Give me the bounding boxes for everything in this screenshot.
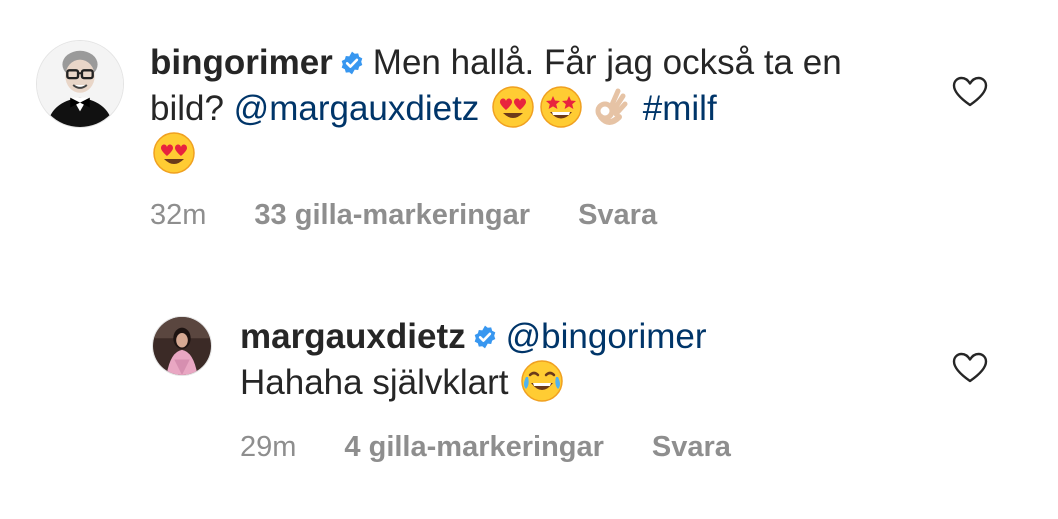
avatar[interactable] xyxy=(36,40,124,128)
mention-link[interactable]: @margauxdietz xyxy=(234,89,480,128)
heart-eyes-emoji xyxy=(152,131,196,175)
hashtag-link[interactable]: #milf xyxy=(643,89,717,128)
timestamp[interactable]: 29m xyxy=(240,430,296,464)
like-heart-icon[interactable] xyxy=(952,352,988,384)
star-struck-emoji xyxy=(539,85,583,129)
username[interactable]: margauxdietz xyxy=(240,317,466,356)
comment-text: margauxdietz @bingorimer Hahaha självkla… xyxy=(240,314,920,405)
reply-button[interactable]: Svara xyxy=(578,198,657,232)
mention-link[interactable]: @bingorimer xyxy=(506,317,707,356)
comment-meta: 32m 33 gilla-markeringar Svara xyxy=(150,198,657,232)
likes-count[interactable]: 4 gilla-markeringar xyxy=(344,430,604,464)
comment-text: bingorimer Men hallå. Får jag också ta e… xyxy=(150,40,920,177)
verified-badge-icon xyxy=(339,50,365,76)
tears-of-joy-emoji xyxy=(520,359,564,403)
ok-hand-emoji xyxy=(587,85,631,129)
like-heart-icon[interactable] xyxy=(952,76,988,108)
timestamp[interactable]: 32m xyxy=(150,198,206,232)
reply-button[interactable]: Svara xyxy=(652,430,731,464)
verified-badge-icon xyxy=(472,324,498,350)
comment-meta: 29m 4 gilla-markeringar Svara xyxy=(240,430,731,464)
username[interactable]: bingorimer xyxy=(150,43,333,82)
avatar-image xyxy=(37,41,123,127)
likes-count[interactable]: 33 gilla-markeringar xyxy=(254,198,530,232)
avatar-image xyxy=(153,317,211,375)
comment-body: Hahaha självklart xyxy=(240,363,509,402)
avatar[interactable] xyxy=(152,316,212,376)
heart-eyes-emoji xyxy=(491,85,535,129)
